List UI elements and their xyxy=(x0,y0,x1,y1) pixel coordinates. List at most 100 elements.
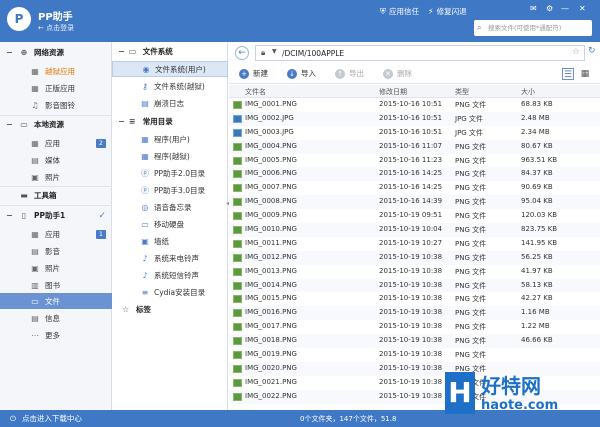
favorite-star-icon[interactable]: ☆ xyxy=(572,47,580,57)
dir-pp3[interactable]: ⓟ PP助手3.0目录 xyxy=(112,182,228,198)
app-icon: ▦ xyxy=(31,138,39,148)
section-common-dirs[interactable]: − ≡ 常用目录 xyxy=(112,113,228,130)
table-row[interactable]: IMG_0010.PNG 2015-10-19 10:04 PNG 文件 823.75… xyxy=(229,223,600,237)
section-toolbox[interactable]: ▬ 工具箱 xyxy=(0,187,112,204)
column-size[interactable]: 大小 xyxy=(521,87,535,97)
table-row[interactable]: IMG_0017.PNG 2015-10-19 10:38 PNG 文件 1.22 M… xyxy=(229,320,600,334)
file-size: 41.97 KB xyxy=(521,266,553,275)
table-row[interactable]: IMG_0005.PNG 2015-10-16 11:23 PNG 文件 963.51… xyxy=(229,154,600,168)
file-date: 2015-10-19 10:38 xyxy=(379,266,443,275)
messages-icon[interactable]: ✉ xyxy=(530,4,537,13)
sidebar-item-local-apps[interactable]: ▦ 应用 2 xyxy=(0,135,112,151)
section-device[interactable]: − ▯ PP助手1 ✓ xyxy=(0,207,112,224)
dir-wallpaper[interactable]: ▣ 墙纸 xyxy=(112,233,228,249)
sidebar-item-device-books[interactable]: ▥ 图书 xyxy=(0,277,112,293)
sidebar-item-local-media[interactable]: ▤ 媒体 xyxy=(0,152,112,168)
table-row[interactable]: IMG_0019.PNG 2015-10-19 10:38 PNG 文件 xyxy=(229,348,600,362)
monitor-icon: ▭ xyxy=(20,120,28,129)
plus-icon: + xyxy=(239,68,249,79)
file-type: PNG 文件 xyxy=(455,212,487,221)
dir-ringtones[interactable]: ♪ 系统来电铃声 xyxy=(112,250,228,266)
file-name: IMG_0005.PNG xyxy=(245,155,297,164)
file-date: 2015-10-16 14:25 xyxy=(379,183,443,192)
table-row[interactable]: IMG_0018.PNG 2015-10-19 10:38 PNG 文件 46.66 … xyxy=(229,334,600,349)
table-row[interactable]: IMG_0016.PNG 2015-10-19 10:38 PNG 文件 1.16 M… xyxy=(229,306,600,321)
table-row[interactable]: IMG_0011.PNG 2015-10-19 10:27 PNG 文件 141.95… xyxy=(229,237,600,251)
close-icon[interactable]: ✕ xyxy=(579,4,586,13)
dir-crash-logs[interactable]: ▤ 崩溃日志 xyxy=(112,95,228,111)
new-button[interactable]: + 新建 xyxy=(239,68,268,79)
file-type: PNG 文件 xyxy=(455,142,487,151)
path-input[interactable]: 🔒︎ ▼ /DCIM/100APPLE ☆ xyxy=(255,45,585,61)
file-name: IMG_0013.PNG xyxy=(245,266,297,275)
dir-sms-tones[interactable]: ♪ 系统短信铃声 xyxy=(112,267,228,283)
dir-voice-memos[interactable]: ◎ 语音备忘录 xyxy=(112,199,228,215)
sidebar-item-genuine-apps[interactable]: ▦ 正版应用 xyxy=(0,80,112,96)
table-row[interactable]: IMG_0007.PNG 2015-10-16 14:25 PNG 文件 90.69 … xyxy=(229,181,600,195)
file-date: 2015-10-19 10:38 xyxy=(379,350,443,359)
app-trust-button[interactable]: ⛨ 应用信任 xyxy=(380,6,419,17)
download-icon: ⏻ xyxy=(10,413,16,423)
table-row[interactable]: IMG_0001.PNG 2015-10-16 10:51 PNG 文件 68.83 … xyxy=(229,98,600,112)
refresh-icon[interactable]: ↻ xyxy=(588,46,596,56)
file-size: 141.95 KB xyxy=(521,238,558,247)
chevron-down-icon[interactable]: ▼ xyxy=(272,48,277,55)
dir-mobile-disk[interactable]: ▭ 移动硬盘 xyxy=(112,216,228,232)
delete-button[interactable]: ✕ 删除 xyxy=(383,68,412,79)
sidebar-item-device-media[interactable]: ▤ 影音 xyxy=(0,243,112,259)
path-bar: ← 🔒︎ ▼ /DCIM/100APPLE ☆ ↻ xyxy=(233,45,596,62)
sidebar-item-device-photos[interactable]: ▣ 照片 xyxy=(0,260,112,276)
back-button[interactable]: ← xyxy=(235,46,249,60)
section-filesystem[interactable]: − ▭ 文件系统 xyxy=(112,43,228,60)
connected-check-icon: ✓ xyxy=(98,210,106,221)
fix-flash-button[interactable]: ⚡ 修复闪退 xyxy=(428,6,467,17)
sidebar-item-device-more[interactable]: ⋯ 更多 xyxy=(0,327,112,343)
file-date: 2015-10-16 11:23 xyxy=(379,155,443,164)
sidebar-item-local-photos[interactable]: ▣ 照片 xyxy=(0,169,112,185)
dir-filesystem-user[interactable]: ◉ 文件系统(用户) xyxy=(112,61,228,77)
file-type: PNG 文件 xyxy=(455,267,487,276)
column-type[interactable]: 类型 xyxy=(455,87,469,97)
export-button[interactable]: ↑ 导出 xyxy=(335,68,364,79)
table-row[interactable]: IMG_0009.PNG 2015-10-19 09:51 PNG 文件 120.03… xyxy=(229,209,600,223)
table-row[interactable]: IMG_0012.PNG 2015-10-19 10:38 PNG 文件 56.25 … xyxy=(229,250,600,265)
table-row[interactable]: IMG_0006.PNG 2015-10-16 14:25 PNG 文件 84.37 … xyxy=(229,167,600,182)
column-date[interactable]: 修改日期 xyxy=(379,87,407,97)
table-row[interactable]: IMG_0003.JPG 2015-10-16 10:51 JPG 文件 2.34 M… xyxy=(229,126,600,140)
file-name: IMG_0009.PNG xyxy=(245,211,297,220)
table-row[interactable]: IMG_0014.PNG 2015-10-19 10:38 PNG 文件 58.13 … xyxy=(229,278,600,293)
section-network[interactable]: − ⊕ 网络资源 xyxy=(0,44,112,61)
app-title: PP助手 xyxy=(38,12,73,23)
login-link[interactable]: ← 点击登录 xyxy=(38,23,74,33)
download-center-button[interactable]: ⏻ 点击进入下载中心 xyxy=(10,413,82,424)
sidebar-item-device-apps[interactable]: ▦ 应用 1 xyxy=(0,226,112,242)
search-input[interactable]: ⌕ 搜索文件(可使用*通配符) xyxy=(474,20,592,36)
file-name: IMG_0001.PNG xyxy=(245,100,297,108)
section-local[interactable]: − ▭ 本地资源 xyxy=(0,116,112,133)
table-row[interactable]: IMG_0015.PNG 2015-10-19 10:38 PNG 文件 42.27 … xyxy=(229,292,600,306)
table-row[interactable]: IMG_0013.PNG 2015-10-19 10:38 PNG 文件 41.97 … xyxy=(229,265,600,279)
file-name: IMG_0008.PNG xyxy=(245,197,297,206)
file-type: PNG 文件 xyxy=(455,281,487,290)
section-tags[interactable]: ☆ 标签 xyxy=(112,301,228,318)
minimize-icon[interactable]: — xyxy=(561,4,569,13)
sidebar-item-jailbreak-apps[interactable]: ▦ 越狱应用 xyxy=(0,63,112,79)
sidebar-item-device-messages[interactable]: ▤ 信息 xyxy=(0,310,112,326)
dir-filesystem-jailbreak[interactable]: ⚷ 文件系统(越狱) xyxy=(112,78,228,94)
dir-cydia[interactable]: ≡ Cydia安装目录 xyxy=(112,284,228,300)
dir-apps-jailbreak[interactable]: ▦ 程序(越狱) xyxy=(112,148,228,164)
dir-apps-user[interactable]: ▦ 程序(用户) xyxy=(112,131,228,147)
grid-view-icon[interactable]: ▦ xyxy=(579,68,591,80)
table-row[interactable]: IMG_0004.PNG 2015-10-16 11:07 PNG 文件 80.67 … xyxy=(229,139,600,154)
table-row[interactable]: IMG_0002.JPG 2015-10-16 10:51 JPG 文件 2.48 M… xyxy=(229,111,600,126)
image-file-icon xyxy=(233,351,242,360)
import-button[interactable]: ↓ 导入 xyxy=(287,68,316,79)
file-count: 0个文件夹，147个文件，51.8 xyxy=(300,415,397,423)
list-view-icon[interactable]: ☰ xyxy=(562,68,574,80)
column-name[interactable]: 文件名 xyxy=(245,87,266,97)
settings-icon[interactable]: ⚙ xyxy=(546,4,553,13)
sidebar-item-device-files[interactable]: ▭ 文件 xyxy=(0,293,112,309)
dir-pp2[interactable]: ⓟ PP助手2.0目录 xyxy=(112,165,228,181)
sidebar-item-media-ringtones[interactable]: ♫ 影音图铃 xyxy=(0,97,112,113)
table-row[interactable]: IMG_0008.PNG 2015-10-16 14:39 PNG 文件 95.04 … xyxy=(229,195,600,210)
